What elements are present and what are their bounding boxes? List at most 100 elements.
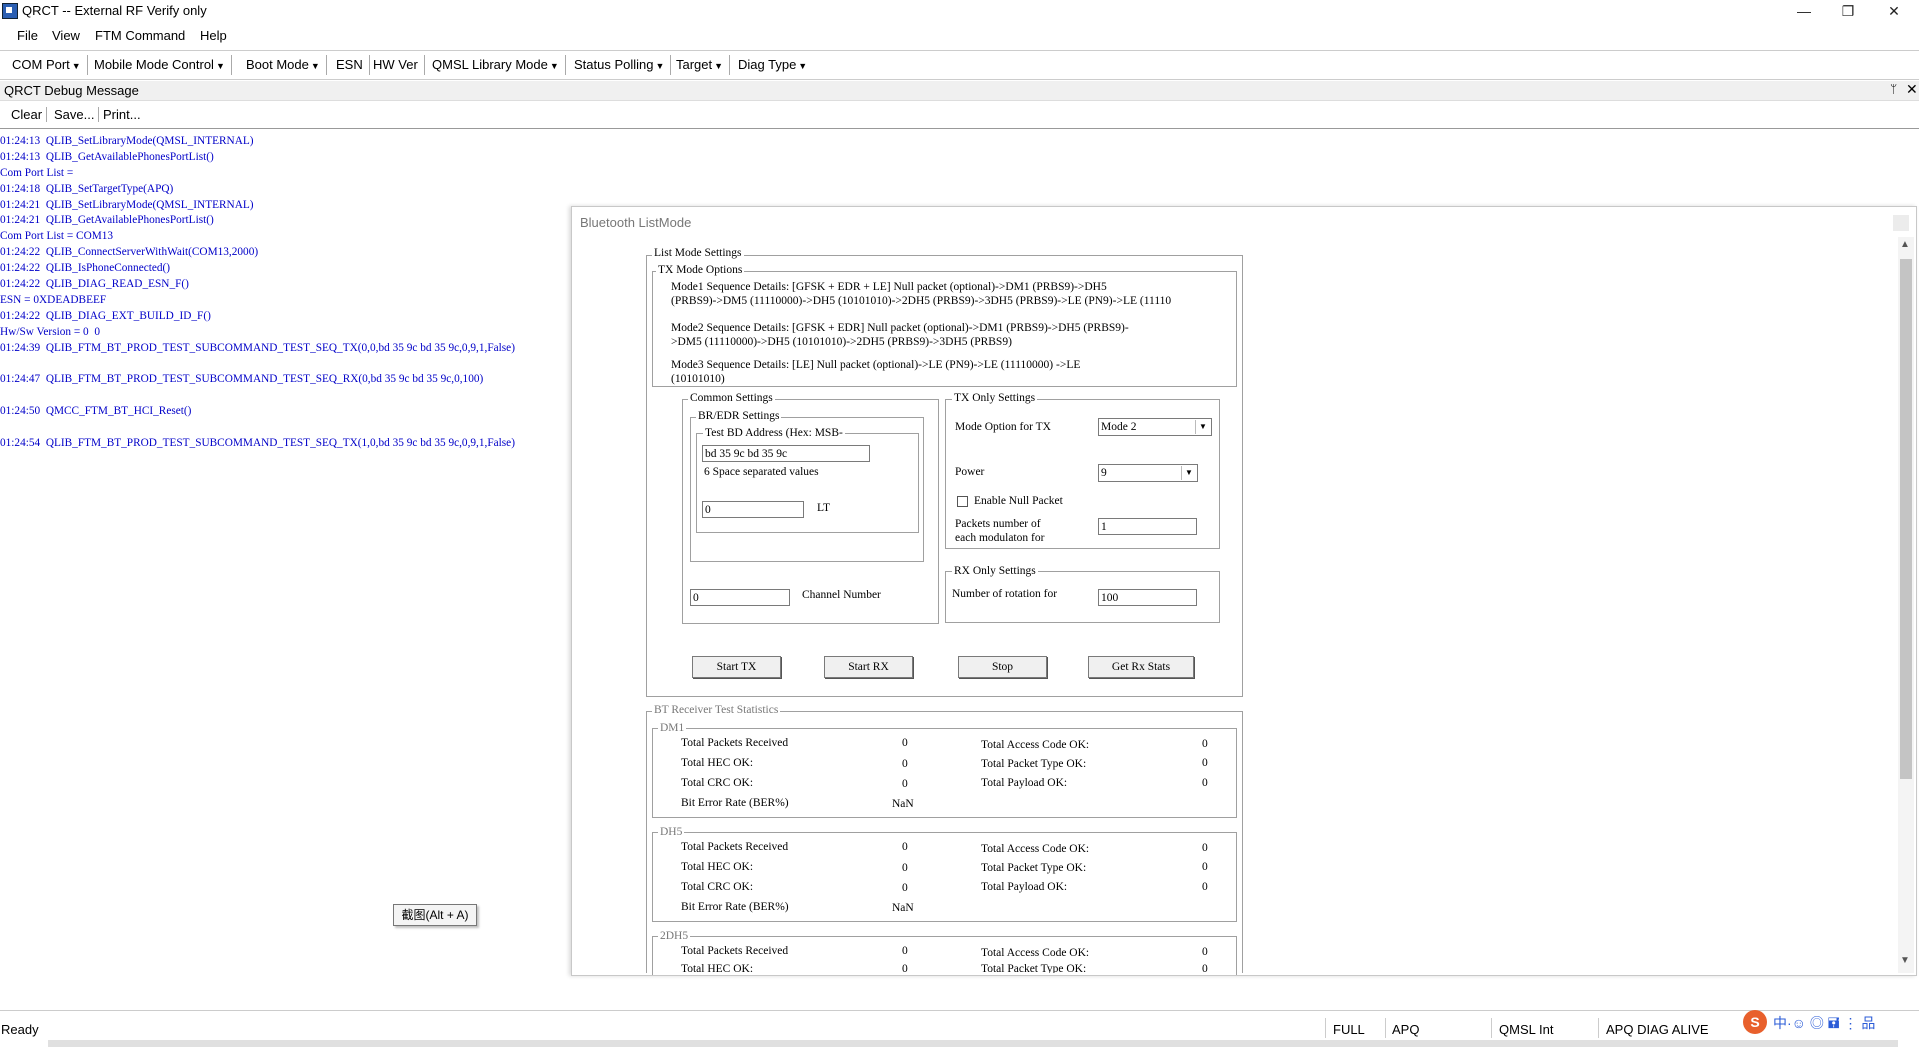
log-line: 01:24:22 QLIB_DIAG_EXT_BUILD_ID_F()	[0, 309, 211, 322]
get-rx-stats-button[interactable]: Get Rx Stats	[1088, 656, 1194, 678]
rotation-label: Number of rotation for	[952, 588, 1058, 600]
toolbar-label: COM Port	[12, 57, 70, 72]
toolbar-esn[interactable]: ESN	[330, 55, 370, 75]
watermark-overlay: S 中·☺ ◎ 🖬 ⋮ 品	[1743, 1008, 1913, 1038]
dh5-payload-value: 0	[1202, 881, 1208, 893]
close-debug-panel-icon[interactable]: ✕	[1906, 81, 1918, 98]
dm1-ber-label: Bit Error Rate (BER%)	[681, 797, 789, 809]
list-mode-settings-title: List Mode Settings	[652, 247, 744, 259]
toolbar-diag-type[interactable]: Diag Type ▼	[732, 55, 813, 75]
power-value: 9	[1101, 467, 1107, 479]
scroll-down-icon[interactable]: ▼	[1900, 955, 1910, 966]
packets-number-input[interactable]: 1	[1098, 518, 1197, 535]
status-separator	[1491, 1018, 1492, 1038]
toolbar-hw-ver[interactable]: HW Ver	[367, 55, 425, 75]
dh5-access-code-label: Total Access Code OK:	[981, 843, 1090, 855]
dropdown-arrow-icon: ▼	[798, 61, 808, 71]
scroll-up-icon[interactable]: ▲	[1900, 239, 1910, 250]
mode1-details-line2: (PRBS9)->DM5 (11110000)->DH5 (10101010)-…	[671, 295, 1172, 307]
dm1-payload-label: Total Payload OK:	[981, 777, 1068, 789]
power-label: Power	[955, 466, 985, 478]
log-line: 01:24:39 QLIB_FTM_BT_PROD_TEST_SUBCOMMAN…	[0, 341, 515, 354]
dialog-vertical-scrollbar[interactable]: ▲ ▼	[1898, 237, 1914, 973]
pin-icon[interactable]: ᛘ	[1890, 82, 1897, 96]
dialog-close-button[interactable]	[1893, 215, 1909, 231]
mode-option-value: Mode 2	[1101, 421, 1137, 433]
power-select[interactable]: 9 ▼	[1098, 464, 1198, 482]
dh5-total-packets-label: Total Packets Received	[681, 841, 789, 853]
rotation-input[interactable]: 100	[1098, 589, 1197, 606]
rx-only-settings-title: RX Only Settings	[952, 565, 1038, 577]
dm1-payload-value: 0	[1202, 777, 1208, 789]
log-line: ESN = 0XDEADBEEF	[0, 293, 107, 306]
toolbar-label: Target	[676, 57, 713, 72]
dm1-packet-type-label: Total Packet Type OK:	[981, 758, 1087, 770]
log-line: 01:24:21 QLIB_GetAvailablePhonesPortList…	[0, 214, 214, 227]
print-button[interactable]: Print...	[99, 107, 145, 122]
menu-file[interactable]: File	[17, 28, 38, 43]
debug-log[interactable]: 01:24:13 QLIB_SetLibraryMode(QMSL_INTERN…	[0, 134, 580, 452]
lt-label: LT	[817, 502, 830, 514]
log-line: 01:24:22 QLIB_IsPhoneConnected()	[0, 262, 171, 275]
clear-button[interactable]: Clear	[7, 107, 48, 122]
stop-button[interactable]: Stop	[958, 656, 1047, 678]
log-line: 01:24:50 QMCC_FTM_BT_HCI_Reset()	[0, 405, 192, 418]
menu-ftm-command[interactable]: FTM Command	[95, 28, 185, 43]
dh5-hec-label: Total HEC OK:	[681, 861, 754, 873]
enable-null-packet-checkbox[interactable]	[957, 496, 968, 507]
2dh5-stats-title: 2DH5	[658, 930, 691, 942]
2dh5-hec-value: 0	[902, 963, 908, 973]
toolbar-label: HW Ver	[373, 57, 418, 72]
mode-option-select[interactable]: Mode 2 ▼	[1098, 418, 1212, 436]
menu-bar	[0, 25, 1919, 45]
status-mode: FULL	[1333, 1022, 1365, 1037]
log-line: 01:24:54 QLIB_FTM_BT_PROD_TEST_SUBCOMMAN…	[0, 436, 515, 449]
mode3-details-line2: (10101010)	[671, 373, 725, 385]
log-line: 01:24:13 QLIB_SetLibraryMode(QMSL_INTERN…	[0, 135, 254, 147]
toolbar-label: QMSL Library Mode	[432, 57, 548, 72]
2dh5-packet-type-value: 0	[1202, 963, 1208, 973]
toolbar-status-polling[interactable]: Status Polling ▼	[568, 55, 672, 75]
toolbar-com-port[interactable]: COM Port ▼	[6, 55, 88, 75]
watermark-badge-icon: S	[1743, 1010, 1767, 1034]
dm1-ber-value: NaN	[892, 798, 914, 810]
dh5-crc-label: Total CRC OK:	[681, 881, 754, 893]
log-line: 01:24:13 QLIB_GetAvailablePhonesPortList…	[0, 150, 214, 163]
save-button[interactable]: Save...	[50, 107, 100, 122]
toolbar-label: Diag Type	[738, 57, 797, 72]
bluetooth-listmode-dialog: Bluetooth ListMode ▲ ▼ List Mode Setting…	[571, 206, 1917, 976]
toolbar-mobile-mode-control[interactable]: Mobile Mode Control ▼	[88, 55, 232, 75]
close-button[interactable]: ✕	[1872, 0, 1916, 22]
horizontal-scrollbar[interactable]	[48, 1040, 1898, 1047]
mode-option-label: Mode Option for TX	[955, 421, 1051, 433]
dialog-title-bar	[572, 207, 1916, 237]
toolbar-qmsl-library-mode[interactable]: QMSL Library Mode ▼	[426, 55, 566, 75]
start-tx-button[interactable]: Start TX	[692, 656, 781, 678]
menu-help[interactable]: Help	[200, 28, 227, 43]
toolbar-target[interactable]: Target ▼	[670, 55, 731, 75]
dropdown-arrow-icon: ▼	[310, 61, 320, 71]
screenshot-tooltip: 截图(Alt + A)	[393, 904, 477, 926]
log-line: 01:24:22 QLIB_DIAG_READ_ESN_F()	[0, 278, 189, 291]
toolbar-label: Status Polling	[574, 57, 654, 72]
log-line: Hw/Sw Version = 0 0	[0, 325, 100, 338]
dh5-hec-value: 0	[902, 862, 908, 874]
bd-address-input[interactable]: bd 35 9c bd 35 9c	[702, 445, 870, 462]
menu-view[interactable]: View	[52, 28, 80, 43]
restore-button[interactable]: ❐	[1826, 0, 1870, 22]
log-line: Com Port List =	[0, 166, 74, 179]
channel-number-input[interactable]: 0	[690, 589, 790, 606]
bt-receiver-stats-title: BT Receiver Test Statistics	[652, 704, 781, 716]
packets-number-label-line1: Packets number of	[955, 518, 1041, 530]
status-target: APQ	[1392, 1022, 1420, 1037]
scrollbar-thumb[interactable]	[1900, 259, 1912, 779]
minimize-button[interactable]: —	[1782, 0, 1826, 22]
lt-address-input[interactable]: 0	[702, 501, 804, 518]
dropdown-arrow-icon: ▼	[1195, 420, 1210, 434]
toolbar-boot-mode[interactable]: Boot Mode ▼	[240, 55, 327, 75]
packets-number-label-line2: each modulaton for	[955, 532, 1045, 544]
2dh5-hec-label: Total HEC OK:	[681, 963, 754, 973]
start-rx-button[interactable]: Start RX	[824, 656, 913, 678]
mode2-details-line2: >DM5 (11110000)->DH5 (10101010)->2DH5 (P…	[671, 336, 1012, 348]
